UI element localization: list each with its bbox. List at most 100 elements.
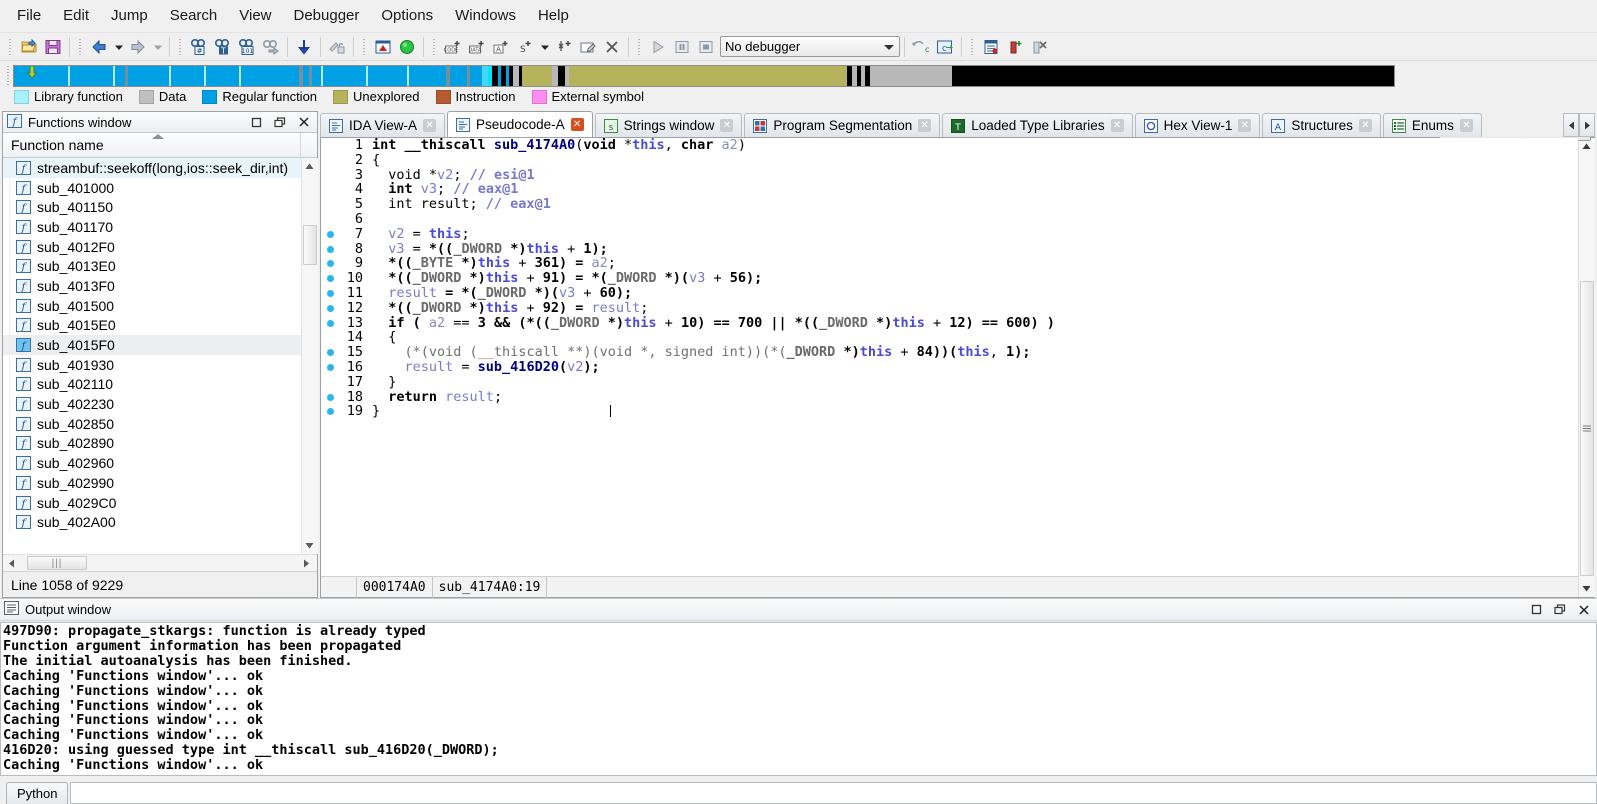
back-dropdown-icon[interactable] [111, 35, 126, 59]
function-list-item[interactable]: fsub_401500 [3, 296, 301, 316]
breakpoint-dot-icon[interactable] [327, 231, 334, 238]
edit-function-icon[interactable] [576, 35, 600, 59]
forward-dropdown-icon[interactable] [150, 35, 165, 59]
tab-hex-view-1[interactable]: Hex View-1✕ [1135, 113, 1261, 137]
code-line[interactable]: 7 v2 = this; [321, 227, 1578, 242]
output-log[interactable]: 497D90: propagate_stkargs: function is a… [0, 622, 1597, 776]
functions-list[interactable]: fstreambuf::seekoff(long,ios::seek_dir,i… [3, 158, 301, 554]
functions-horizontal-scrollbar[interactable]: ||| [3, 554, 317, 571]
breakpoint-dot-icon[interactable] [327, 349, 334, 356]
function-list-item[interactable]: fsub_401930 [3, 355, 301, 375]
close-icon[interactable] [295, 114, 313, 131]
breakpoint-dot-icon[interactable] [327, 364, 334, 371]
search-group-grip[interactable] [177, 37, 184, 57]
jump-down-icon[interactable] [292, 35, 316, 59]
list-breakpoints-icon[interactable] [979, 35, 1003, 59]
pseudocode-scroll-track[interactable] [1579, 155, 1595, 580]
tab-scroll-right-button[interactable] [1579, 113, 1595, 137]
view-group-grip[interactable] [361, 37, 368, 57]
menu-item-debugger[interactable]: Debugger [283, 3, 371, 29]
make-data-icon[interactable]: DATA [465, 35, 489, 59]
menu-item-options[interactable]: Options [370, 3, 444, 29]
function-list-item[interactable]: fsub_402A00 [3, 512, 301, 532]
stop-icon[interactable] [694, 35, 718, 59]
code-line[interactable]: 12 *((_DWORD *)this + 92) = result; [321, 301, 1578, 316]
run-icon[interactable] [646, 35, 670, 59]
menu-item-help[interactable]: Help [527, 3, 580, 29]
code-line[interactable]: 11 result = *(_DWORD *)(v3 + 60); [321, 286, 1578, 301]
function-list-item[interactable]: fsub_402890 [3, 434, 301, 454]
search-text-icon[interactable]: T [211, 35, 235, 59]
code-line[interactable]: 15 (*(void (__thiscall **)(void *, signe… [321, 345, 1578, 360]
tab-close-icon[interactable]: ✕ [423, 119, 436, 132]
pause-icon[interactable] [670, 35, 694, 59]
breakpoint-dot-icon[interactable] [327, 260, 334, 267]
maximize-icon[interactable] [1527, 601, 1545, 618]
debug-group-grip[interactable] [636, 37, 643, 57]
navigation-band[interactable] [13, 65, 1395, 87]
graph-view-icon[interactable] [371, 35, 395, 59]
run-to-cursor-icon[interactable]: c [933, 35, 957, 59]
add-breakpoint-icon[interactable] [1003, 35, 1027, 59]
breakpoint-dot-icon[interactable] [327, 305, 334, 312]
make-struct-icon[interactable]: S [513, 35, 537, 59]
function-list-item[interactable]: fsub_402110 [3, 375, 301, 395]
pseudocode-scroll-thumb[interactable] [1580, 281, 1594, 576]
code-line[interactable]: 1int __thiscall sub_4174A0(void *this, c… [321, 138, 1578, 153]
function-list-item[interactable]: fsub_402850 [3, 414, 301, 434]
menu-item-edit[interactable]: Edit [52, 3, 100, 29]
bp-group-grip[interactable] [969, 37, 976, 57]
code-line[interactable]: 6 [321, 212, 1578, 227]
make-ascii-icon[interactable]: A [489, 35, 513, 59]
step-into-c-icon[interactable]: c [909, 35, 933, 59]
code-line[interactable]: 4 int v3; // eax@1 [321, 182, 1578, 197]
tab-close-icon[interactable]: ✕ [1111, 119, 1124, 132]
functions-scroll-thumb[interactable] [303, 225, 317, 265]
pseudocode-text[interactable]: 1int __thiscall sub_4174A0(void *this, c… [321, 138, 1578, 576]
python-cli-button[interactable]: Python [6, 782, 68, 804]
run-to-icon[interactable] [395, 35, 419, 59]
tab-pseudocode-a[interactable]: Pseudocode-A✕ [447, 111, 593, 137]
unlock-icon[interactable] [325, 35, 349, 59]
close-icon[interactable] [1575, 601, 1593, 618]
menu-item-view[interactable]: View [228, 3, 282, 29]
search-next-icon[interactable] [259, 35, 283, 59]
function-list-item[interactable]: fsub_4015F0 [3, 335, 301, 355]
code-line[interactable]: 19} [321, 404, 1578, 419]
tab-ida-view-a[interactable]: IDA View-A✕ [320, 113, 445, 137]
make-struct-dropdown-icon[interactable] [537, 35, 552, 59]
function-list-item[interactable]: fsub_401170 [3, 217, 301, 237]
restore-icon[interactable] [271, 114, 289, 131]
function-list-item[interactable]: fstreambuf::seekoff(long,ios::seek_dir,i… [3, 158, 301, 178]
code-line[interactable]: 18 return result; [321, 390, 1578, 405]
code-line[interactable]: 10 *((_DWORD *)this + 91) = *(_DWORD *)(… [321, 271, 1578, 286]
open-file-icon[interactable] [17, 35, 41, 59]
function-list-item[interactable]: fsub_4012F0 [3, 237, 301, 257]
tab-structures[interactable]: AStructures✕ [1262, 113, 1381, 137]
navband-grip[interactable] [4, 65, 12, 87]
make-array-icon[interactable] [552, 35, 576, 59]
menu-item-file[interactable]: File [6, 3, 52, 29]
restore-icon[interactable] [1551, 601, 1569, 618]
tab-close-icon[interactable]: ✕ [918, 119, 931, 132]
function-list-item[interactable]: fsub_4015E0 [3, 316, 301, 336]
undefine-icon[interactable] [600, 35, 624, 59]
code-line[interactable]: 3 void *v2; // esi@1 [321, 168, 1578, 183]
code-line[interactable]: 9 *((_BYTE *)this + 361) = a2; [321, 256, 1578, 271]
back-arrow-icon[interactable] [87, 35, 111, 59]
nav-group-grip[interactable] [77, 37, 84, 57]
tab-close-icon[interactable]: ✕ [1460, 119, 1473, 132]
function-list-item[interactable]: fsub_4029C0 [3, 493, 301, 513]
functions-vertical-scrollbar[interactable] [301, 158, 317, 554]
code-line[interactable]: 13 if ( a2 == 3 && (*((_DWORD *)this + 1… [321, 316, 1578, 331]
code-line[interactable]: 14 { [321, 330, 1578, 345]
menu-item-jump[interactable]: Jump [100, 3, 159, 29]
tab-close-icon[interactable]: ✕ [720, 119, 733, 132]
breakpoint-dot-icon[interactable] [327, 290, 334, 297]
make-code-icon[interactable]: CODE [441, 35, 465, 59]
forward-arrow-icon[interactable] [126, 35, 150, 59]
search-immediate-icon[interactable]: 101 [235, 35, 259, 59]
scroll-down-icon[interactable] [1579, 580, 1595, 597]
function-list-item[interactable]: fsub_402230 [3, 394, 301, 414]
maximize-icon[interactable] [247, 114, 265, 131]
